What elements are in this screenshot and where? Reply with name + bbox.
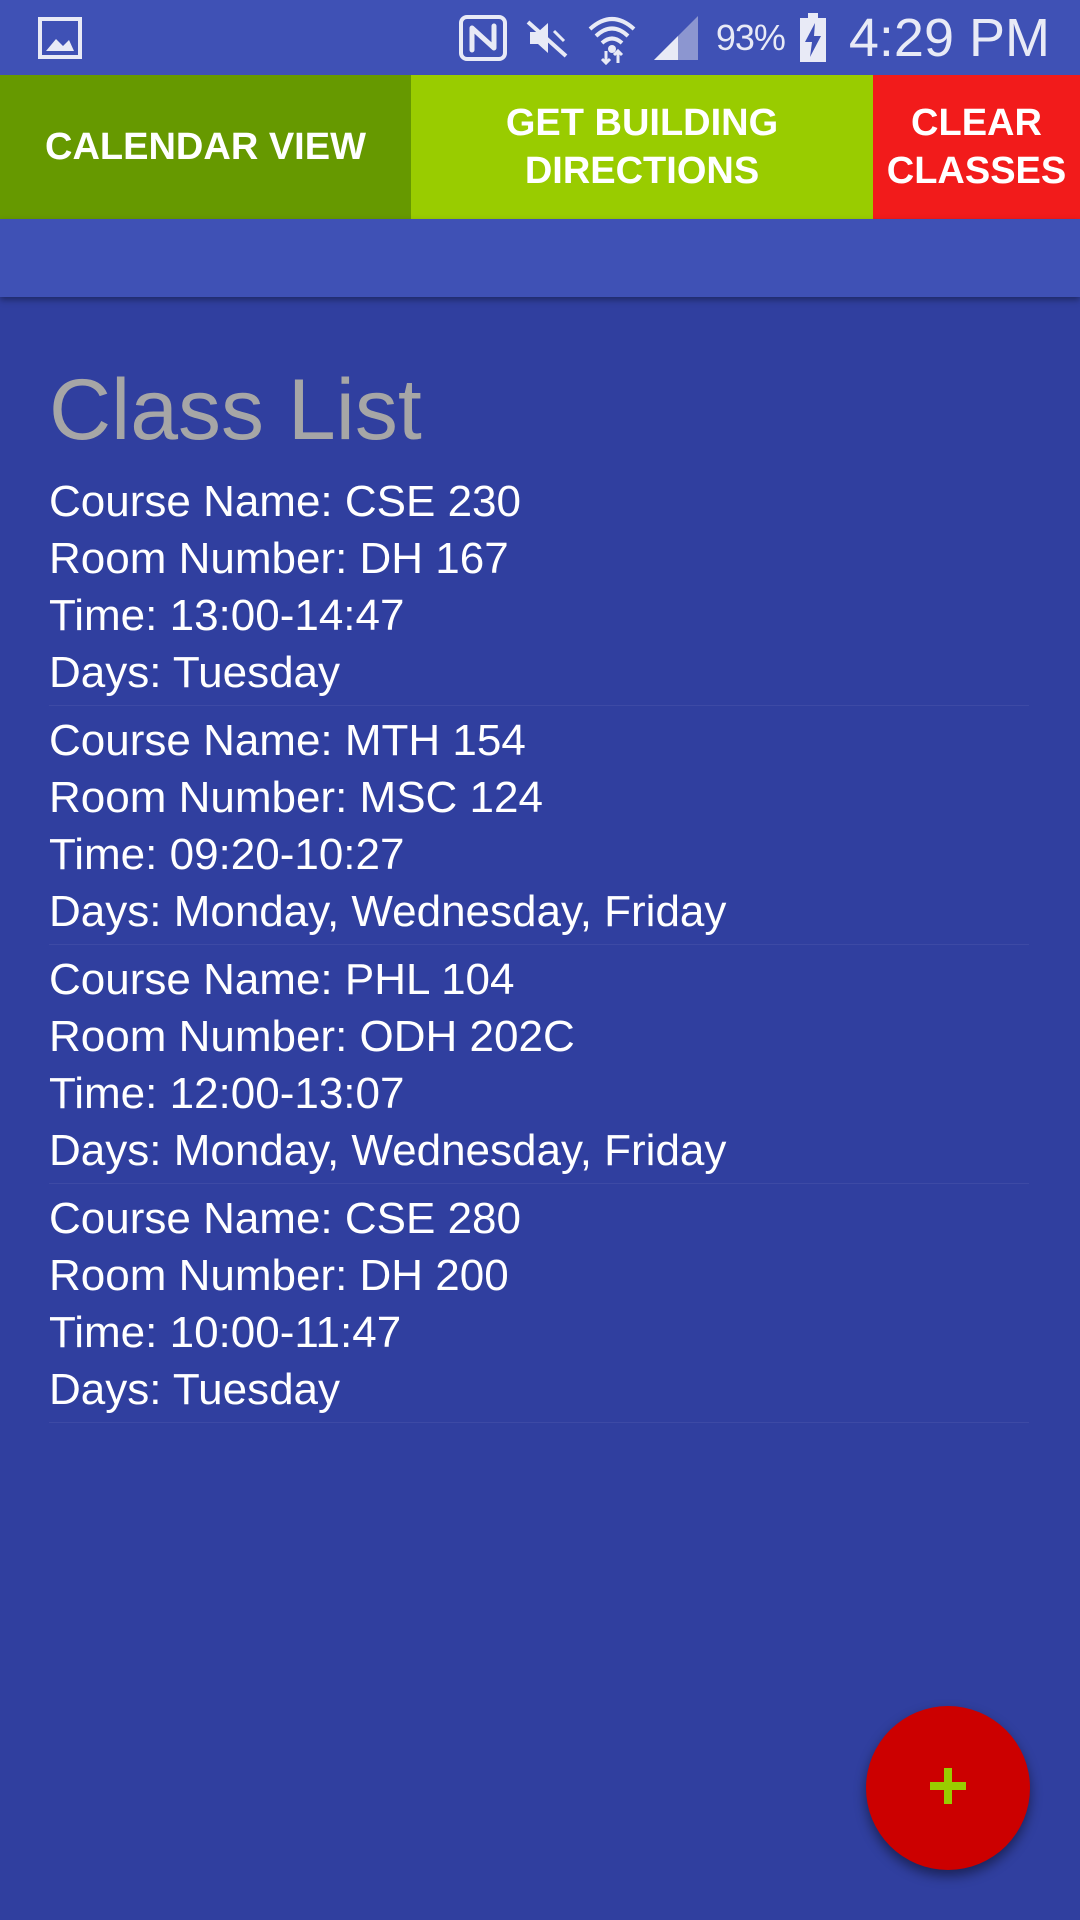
class-days: Days: Tuesday <box>49 648 341 697</box>
battery-charging-icon <box>799 12 827 63</box>
page-title: Class List <box>49 362 422 458</box>
plus-icon <box>926 1764 970 1813</box>
app-bar <box>0 219 1080 297</box>
building-directions-button[interactable]: GET BUILDING DIRECTIONS <box>411 75 873 219</box>
class-days: Days: Monday, Wednesday, Friday <box>49 1126 727 1175</box>
room-number: Room Number: DH 167 <box>49 534 509 583</box>
room-number: Room Number: MSC 124 <box>49 773 543 822</box>
mute-icon <box>522 14 572 62</box>
course-name: Course Name: CSE 230 <box>49 477 521 526</box>
class-list-item[interactable]: Course Name: PHL 104 Room Number: ODH 20… <box>49 951 1029 1184</box>
battery-percent: 93% <box>715 16 786 58</box>
main-content: Class List Course Name: CSE 230 Room Num… <box>49 355 1029 1429</box>
gallery-icon <box>38 17 82 59</box>
wifi-icon <box>586 11 638 65</box>
course-name: Course Name: MTH 154 <box>49 716 526 765</box>
class-list-item[interactable]: Course Name: CSE 230 Room Number: DH 167… <box>49 473 1029 706</box>
course-name: Course Name: PHL 104 <box>49 955 515 1004</box>
calendar-view-button[interactable]: CALENDAR VIEW <box>0 75 411 219</box>
room-number: Room Number: DH 200 <box>49 1251 509 1300</box>
class-time: Time: 13:00-14:47 <box>49 591 405 640</box>
nfc-icon <box>458 14 508 62</box>
clear-classes-label: CLEAR CLASSES <box>886 102 1067 192</box>
course-name: Course Name: CSE 280 <box>49 1194 521 1243</box>
class-list-item[interactable]: Course Name: MTH 154 Room Number: MSC 12… <box>49 712 1029 945</box>
action-toolbar: CALENDAR VIEW GET BUILDING DIRECTIONS CL… <box>0 75 1080 219</box>
building-directions-label: GET BUILDING DIRECTIONS <box>505 102 779 192</box>
class-time: Time: 10:00-11:47 <box>49 1308 402 1357</box>
calendar-view-label: CALENDAR VIEW <box>45 126 366 168</box>
add-class-button[interactable] <box>866 1706 1030 1870</box>
clear-classes-button[interactable]: CLEAR CLASSES <box>873 75 1080 219</box>
class-list: Course Name: CSE 230 Room Number: DH 167… <box>49 473 1029 1423</box>
class-days: Days: Tuesday <box>49 1365 341 1414</box>
status-clock: 4:29 PM <box>848 7 1050 68</box>
class-list-item[interactable]: Course Name: CSE 280 Room Number: DH 200… <box>49 1190 1029 1423</box>
room-number: Room Number: ODH 202C <box>49 1012 575 1061</box>
class-time: Time: 09:20-10:27 <box>49 830 405 879</box>
class-time: Time: 12:00-13:07 <box>49 1069 405 1118</box>
status-icons: 93% 4:29 PM <box>458 0 1050 75</box>
class-days: Days: Monday, Wednesday, Friday <box>49 887 727 936</box>
signal-icon <box>652 14 702 62</box>
status-bar: 93% 4:29 PM <box>0 0 1080 75</box>
